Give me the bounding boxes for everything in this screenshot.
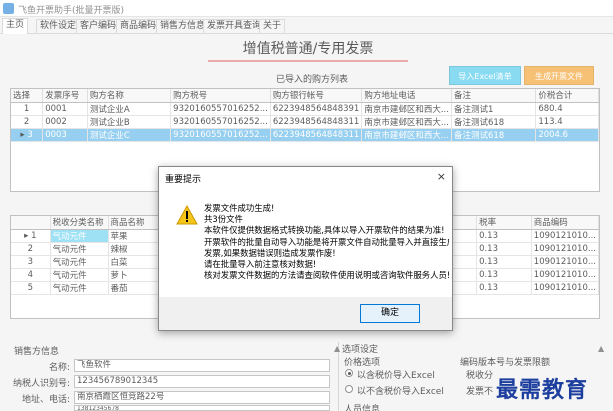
dialog-message: 发票文件成功生成! 共3份文件 本软件仅提供数据格式转换功能,具体以导入开票软件… xyxy=(204,203,449,281)
warning-icon xyxy=(176,205,198,225)
dialog-footer: 确定 xyxy=(159,297,452,330)
message-line: 共3份文件 xyxy=(204,214,243,225)
message-line: 核对发票文件数据的方法请查阅软件使用说明或咨询软件服务人员! xyxy=(204,270,449,281)
watermark-text: 最需教育 xyxy=(496,377,589,403)
message-line: 发票,如果数据错误则造成发票作废! xyxy=(204,247,336,258)
ok-button[interactable]: 确定 xyxy=(360,304,420,323)
message-line: 本软件仅提供数据格式转换功能,具体以导入开票软件的结果为准! xyxy=(204,225,445,236)
close-icon[interactable]: × xyxy=(437,170,446,183)
dialog-title: 重要提示 xyxy=(165,175,202,185)
message-line: 开票软件的批量自动导入功能是将开票文件自动批量导入并直接生成 xyxy=(204,236,449,247)
message-line: 请在批量导入前注意核对数据! xyxy=(204,259,317,270)
important-notice-dialog: 重要提示 × 发票文件成功生成! 共3份文件 本软件仅提供数据格式转换功能,具体… xyxy=(158,166,453,331)
message-line: 发票文件成功生成! xyxy=(204,203,275,213)
